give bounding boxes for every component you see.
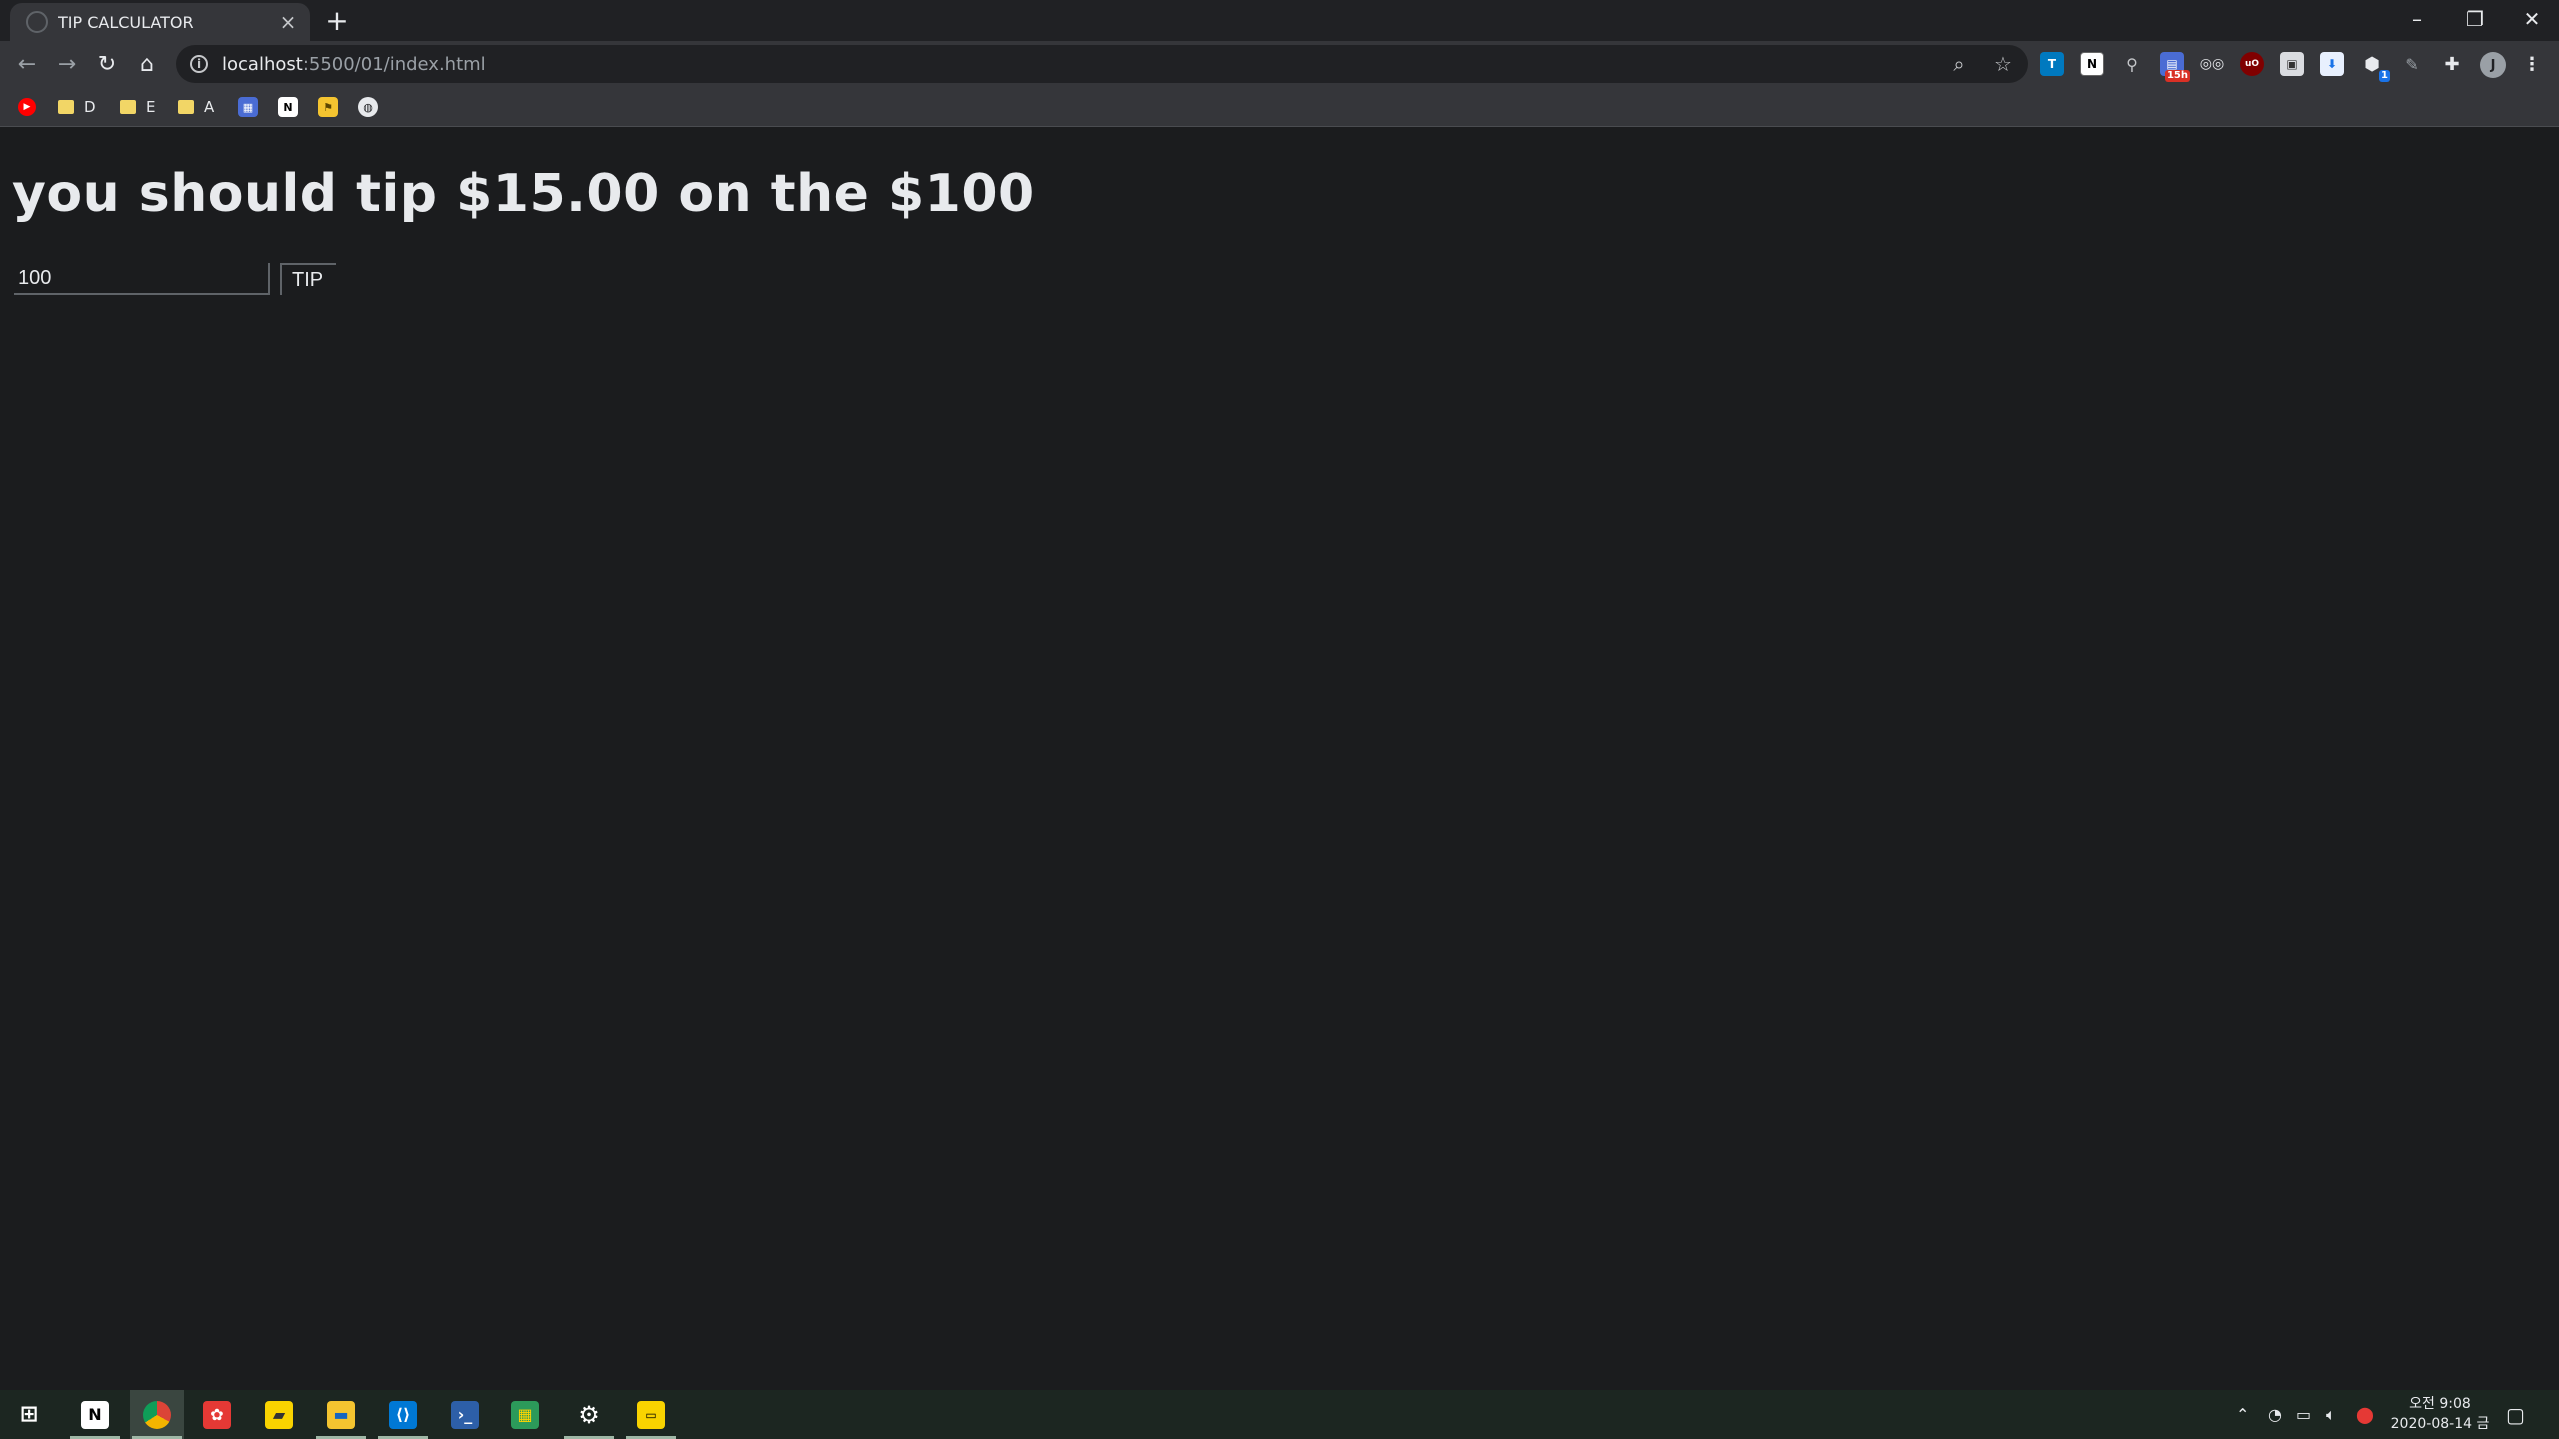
page-viewport: you should tip $15.00 on the $100 TIP [0,128,2559,1390]
bookmark-folder-a[interactable]: A [178,96,214,118]
bookmark-web[interactable]: ◍ [358,96,378,118]
bookmark-keep[interactable]: ⚑ [318,96,338,118]
glasses-extension-icon[interactable]: ◎◎ [2200,52,2224,76]
tip-result-heading: you should tip $15.00 on the $100 [12,164,1035,224]
site-info-icon[interactable]: i [190,55,208,73]
reload-icon[interactable]: ↻ [90,47,124,81]
restore-icon[interactable]: ❐ [2446,0,2504,38]
taskbar-app-red[interactable]: ✿ [190,1390,244,1439]
address-bar[interactable]: i localhost:5500/01/index.html ⌕ ☆ [176,45,2028,83]
windows-taskbar: ⊞ N ✿ ▰ ▬ ⟨⟩ ›_ ▦ ⚙ ▭ ⌃ ◔ ▭ 🔈︎ ⬤ 오전 9:08… [0,1390,2559,1439]
clock-date: 2020-08-14 금 [2390,1416,2490,1432]
taskbar-store[interactable]: ▦ [498,1390,552,1439]
youtube-icon: ▶ [18,98,36,116]
url-host: localhost [222,53,303,75]
taskbar-notion[interactable]: N [68,1390,122,1439]
bookmark-notion[interactable]: N [278,96,298,118]
home-icon[interactable]: ⌂ [130,47,164,81]
trello-extension-icon[interactable]: T [2040,52,2064,76]
record-icon[interactable]: ⬤ [2356,1390,2374,1439]
folder-icon [178,100,194,114]
notion-icon: N [278,97,298,117]
box-extension-icon[interactable]: ⬢ 1 [2360,52,2390,82]
puzzle-extensions-icon[interactable]: ✚ [2440,52,2464,76]
taskbar-app-yellow[interactable]: ▭ [624,1390,678,1439]
taskbar-powershell[interactable]: ›_ [438,1390,492,1439]
tray-chevron-icon[interactable]: ⌃ [2236,1390,2249,1439]
notion-extension-icon[interactable]: N [2080,52,2104,76]
profile-avatar[interactable]: J [2480,52,2506,78]
browser-toolbar: ← → ↻ ⌂ i localhost:5500/01/index.html ⌕… [0,41,2559,87]
sticky-notes-icon: ▰ [265,1400,293,1429]
new-tab-button[interactable]: + [322,4,352,37]
bookmarks-bar: ▶ D E A ▦ N ⚑ ◍ [0,87,2559,127]
bookmark-calendar[interactable]: ▦ [238,96,258,118]
vscode-icon: ⟨⟩ [389,1400,417,1429]
globe-icon: ◍ [358,97,378,117]
folder-icon [120,100,136,114]
download-extension-icon[interactable]: ⬇ [2320,52,2344,76]
store-icon: ▦ [511,1400,539,1429]
bill-amount-input[interactable] [14,263,270,295]
browser-titlebar: TIP CALCULATOR × + – ❐ ✕ [0,0,2559,41]
globe-icon [26,11,48,33]
url-path: :5500/01/index.html [302,53,486,75]
taskbar-sticky-notes[interactable]: ▰ [252,1390,306,1439]
yellow-app-icon: ▭ [637,1400,665,1429]
notion-icon: N [81,1400,109,1429]
wifi-icon[interactable]: ◔ [2268,1390,2282,1439]
pen-extension-icon[interactable]: ✎ [2400,52,2424,76]
kebab-menu-icon[interactable]: ⋮ [2520,52,2544,76]
gear-icon: ⚙ [578,1400,600,1429]
extension-badge: 15h [2164,70,2190,82]
back-icon[interactable]: ← [10,47,44,81]
tab-title: TIP CALCULATOR [58,12,194,32]
keep-icon: ⚑ [318,97,338,117]
location-extension-icon[interactable]: ⚲ [2120,52,2144,76]
powershell-icon: ›_ [451,1400,479,1429]
bookmark-label: D [84,98,96,116]
battery-icon[interactable]: ▭ [2296,1390,2311,1439]
bookmark-folder-e[interactable]: E [120,96,155,118]
extension-badge-2: 1 [2379,70,2390,82]
bookmark-youtube[interactable]: ▶ [18,96,36,118]
close-window-icon[interactable]: ✕ [2503,0,2559,38]
taskbar-chrome[interactable] [130,1390,184,1439]
calendar-extension-icon[interactable]: ▤ 15h [2160,52,2190,82]
windows-start-icon[interactable]: ⊞ [2,1390,56,1439]
forward-icon[interactable]: → [50,47,84,81]
ublock-extension-icon[interactable]: uO [2240,52,2264,76]
page-extension-icon[interactable]: ▣ [2280,52,2304,76]
tip-button[interactable]: TIP [280,263,336,295]
clock-time: 오전 9:08 [2409,1396,2471,1412]
chrome-icon [143,1400,171,1429]
bookmark-star-icon[interactable]: ☆ [1988,49,2018,79]
volume-icon[interactable]: 🔈︎ [2326,1390,2336,1439]
bookmark-label: A [204,98,215,116]
folder-icon [58,100,74,114]
windows-logo-icon: ⊞ [19,1402,39,1427]
folder-icon: ▬ [327,1400,355,1429]
taskbar-file-explorer[interactable]: ▬ [314,1390,368,1439]
bookmark-label: E [146,98,156,116]
zoom-icon[interactable]: ⌕ [1944,49,1974,79]
taskbar-settings[interactable]: ⚙ [562,1390,616,1439]
flower-app-icon: ✿ [203,1400,231,1429]
browser-tab-active[interactable]: TIP CALCULATOR × [10,3,310,41]
minimize-icon[interactable]: – [2388,0,2446,38]
bookmark-folder-d[interactable]: D [58,96,96,118]
taskbar-clock[interactable]: 오전 9:08 2020-08-14 금 [2380,1394,2500,1434]
taskbar-vscode[interactable]: ⟨⟩ [376,1390,430,1439]
close-tab-icon[interactable]: × [276,10,300,34]
notification-center-icon[interactable]: ▢ [2506,1390,2525,1439]
calendar-icon: ▦ [238,97,258,117]
